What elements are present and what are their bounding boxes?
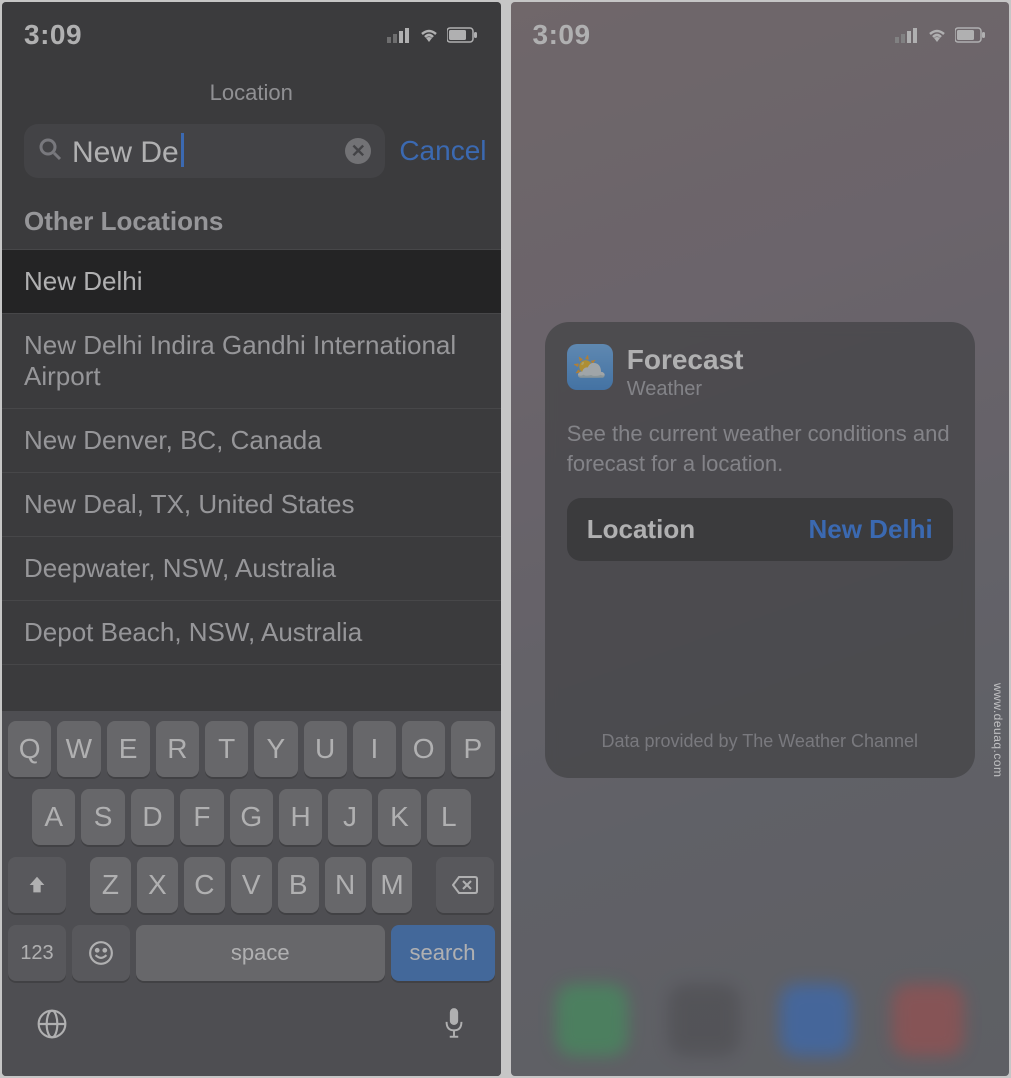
status-time: 3:09 bbox=[533, 19, 591, 51]
status-time: 3:09 bbox=[24, 19, 82, 51]
result-item[interactable]: New Delhi Indira Gandhi International Ai… bbox=[2, 314, 501, 409]
key-a[interactable]: A bbox=[32, 789, 75, 845]
key-q[interactable]: Q bbox=[8, 721, 51, 777]
key-search[interactable]: search bbox=[391, 925, 495, 981]
key-m[interactable]: M bbox=[372, 857, 413, 913]
key-z[interactable]: Z bbox=[90, 857, 131, 913]
screen-right: 3:09 ⛅ Forecast Weather See the current … bbox=[511, 2, 1010, 1076]
location-value: New Delhi bbox=[809, 514, 933, 545]
key-t[interactable]: T bbox=[205, 721, 248, 777]
battery-icon bbox=[955, 27, 987, 43]
key-g[interactable]: G bbox=[230, 789, 273, 845]
screen-left: 3:09 Location New De ✕ Cancel Other Loca… bbox=[2, 2, 501, 1076]
key-backspace[interactable] bbox=[436, 857, 494, 913]
search-icon bbox=[38, 137, 62, 166]
key-emoji[interactable] bbox=[72, 925, 130, 981]
result-item[interactable]: Deepwater, NSW, Australia bbox=[2, 537, 501, 601]
result-item[interactable]: New Denver, BC, Canada bbox=[2, 409, 501, 473]
section-header-other-locations: Other Locations bbox=[2, 192, 501, 250]
text-cursor bbox=[181, 133, 184, 167]
key-o[interactable]: O bbox=[402, 721, 445, 777]
key-u[interactable]: U bbox=[304, 721, 347, 777]
key-w[interactable]: W bbox=[57, 721, 100, 777]
signal-icon bbox=[895, 27, 919, 43]
key-l[interactable]: L bbox=[427, 789, 470, 845]
key-space[interactable]: space bbox=[136, 925, 385, 981]
key-123[interactable]: 123 bbox=[8, 925, 66, 981]
battery-icon bbox=[447, 27, 479, 43]
cancel-button[interactable]: Cancel bbox=[399, 135, 486, 167]
key-b[interactable]: B bbox=[278, 857, 319, 913]
key-n[interactable]: N bbox=[325, 857, 366, 913]
result-item[interactable]: New Deal, TX, United States bbox=[2, 473, 501, 537]
clear-search-button[interactable]: ✕ bbox=[345, 138, 371, 164]
key-shift[interactable] bbox=[8, 857, 66, 913]
forecast-widget-card: ⛅ Forecast Weather See the current weath… bbox=[545, 322, 975, 778]
globe-icon[interactable] bbox=[36, 1008, 68, 1045]
key-y[interactable]: Y bbox=[254, 721, 297, 777]
key-c[interactable]: C bbox=[184, 857, 225, 913]
search-query: New De bbox=[72, 133, 184, 170]
keyboard: Q W E R T Y U I O P A S D F G H J K L bbox=[2, 711, 501, 1076]
status-bar: 3:09 bbox=[2, 2, 501, 62]
page-title: Location bbox=[2, 62, 501, 116]
card-title: Forecast bbox=[627, 344, 744, 376]
result-item[interactable]: New Delhi bbox=[2, 250, 501, 314]
card-footer: Data provided by The Weather Channel bbox=[567, 731, 953, 752]
key-i[interactable]: I bbox=[353, 721, 396, 777]
search-input[interactable]: New De ✕ bbox=[24, 124, 385, 178]
key-v[interactable]: V bbox=[231, 857, 272, 913]
dock-blur bbox=[511, 984, 1010, 1056]
mic-icon[interactable] bbox=[441, 1007, 467, 1046]
watermark: www.deuaq.com bbox=[991, 683, 1005, 778]
card-subtitle: Weather bbox=[627, 378, 744, 401]
key-j[interactable]: J bbox=[328, 789, 371, 845]
result-item[interactable]: Depot Beach, NSW, Australia bbox=[2, 601, 501, 665]
location-row[interactable]: Location New Delhi bbox=[567, 498, 953, 561]
results-list: New Delhi New Delhi Indira Gandhi Intern… bbox=[2, 250, 501, 711]
widget-area: ⛅ Forecast Weather See the current weath… bbox=[511, 62, 1010, 1076]
status-icons bbox=[895, 26, 987, 44]
search-row: New De ✕ Cancel bbox=[2, 116, 501, 192]
key-s[interactable]: S bbox=[81, 789, 124, 845]
location-label: Location bbox=[587, 514, 695, 545]
keyboard-bottom bbox=[8, 993, 495, 1068]
wifi-icon bbox=[417, 26, 441, 44]
key-k[interactable]: K bbox=[378, 789, 421, 845]
key-x[interactable]: X bbox=[137, 857, 178, 913]
key-e[interactable]: E bbox=[107, 721, 150, 777]
wifi-icon bbox=[925, 26, 949, 44]
card-description: See the current weather conditions and f… bbox=[567, 419, 953, 478]
signal-icon bbox=[387, 27, 411, 43]
key-d[interactable]: D bbox=[131, 789, 174, 845]
key-h[interactable]: H bbox=[279, 789, 322, 845]
key-r[interactable]: R bbox=[156, 721, 199, 777]
key-p[interactable]: P bbox=[451, 721, 494, 777]
key-f[interactable]: F bbox=[180, 789, 223, 845]
weather-app-icon: ⛅ bbox=[567, 344, 613, 390]
status-bar: 3:09 bbox=[511, 2, 1010, 62]
status-icons bbox=[387, 26, 479, 44]
